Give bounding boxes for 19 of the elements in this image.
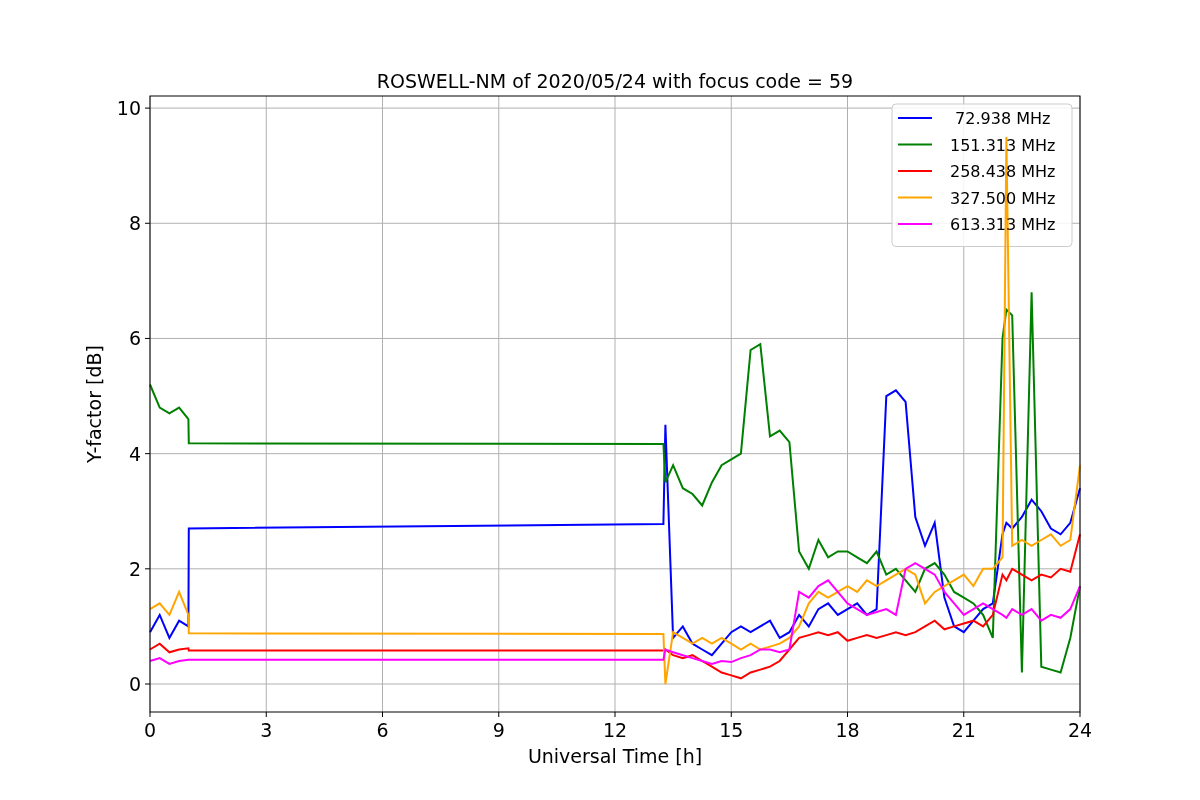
tick-label: 15 [719,719,744,741]
tick-label: 6 [376,719,389,741]
tick-label: 10 [116,97,141,120]
chart-title: ROSWELL-NM of 2020/05/24 with focus code = 59 [376,70,854,92]
tick-label: 0 [128,673,141,695]
tick-label: 2 [128,557,141,580]
tick-label: 21 [951,719,976,741]
legend-label: 72.938 MHz [955,109,1051,128]
tick-label: 24 [1067,719,1093,741]
axis-label: Universal Time [h] [527,745,703,767]
tick-label: 9 [492,719,505,741]
axis-label: Y-factor [dB] [83,345,105,463]
tick-label: 8 [128,212,141,235]
tick-label: 0 [143,719,157,741]
tick-label: 4 [128,442,141,465]
tick-label: 3 [260,719,273,741]
tick-label: 6 [128,327,141,350]
tick-label: 12 [602,719,628,741]
tick-label: 18 [835,719,860,741]
